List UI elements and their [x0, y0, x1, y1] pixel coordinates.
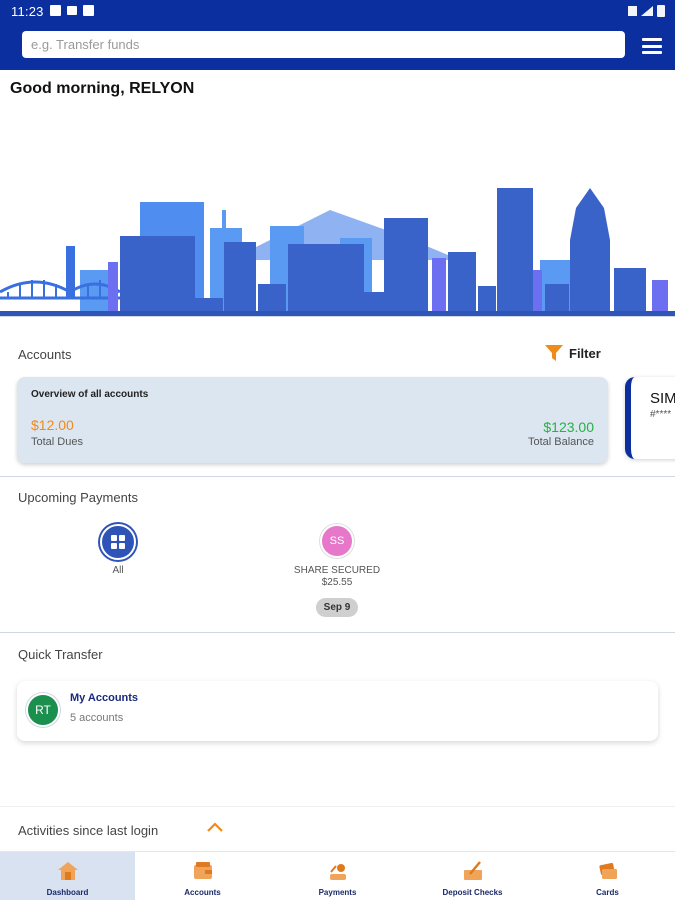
total-dues-value: $12.00 [31, 417, 74, 433]
account-card[interactable]: SIM #**** [625, 377, 675, 459]
chevron-up-icon[interactable] [206, 821, 224, 833]
home-icon [57, 862, 78, 880]
upcoming-payments-title: Upcoming Payments [18, 490, 138, 505]
overview-title: Overview of all accounts [31, 389, 149, 400]
section-divider [0, 476, 675, 477]
nav-label: Accounts [184, 888, 221, 897]
nav-item-cards[interactable]: Cards [540, 852, 675, 900]
notification-app-icon [50, 5, 61, 16]
status-time: 11:23 [11, 4, 44, 19]
payment-avatar[interactable]: SS [320, 524, 354, 558]
nav-item-deposit-checks[interactable]: Deposit Checks [405, 852, 540, 900]
nav-label: Payments [318, 888, 357, 897]
system-icons [628, 5, 665, 17]
nav-label: Deposit Checks [442, 888, 503, 897]
quick-transfer-card[interactable]: RT My Accounts 5 accounts [17, 681, 658, 741]
avatar: RT [26, 693, 60, 727]
activities-title: Activities since last login [18, 823, 159, 838]
dashboard-page: 11:23 Good morning, RELYON [0, 0, 675, 900]
account-name: SIM [650, 390, 675, 407]
total-balance-label: Total Balance [527, 436, 594, 448]
filter-funnel-icon [545, 345, 563, 361]
city-skyline-illustration [0, 188, 675, 317]
search-input[interactable] [22, 31, 625, 58]
account-number: #**** [650, 409, 672, 420]
nav-label: Dashboard [46, 888, 89, 897]
nav-item-payments[interactable]: Payments [270, 852, 405, 900]
status-bar: 11:23 [0, 0, 675, 24]
all-payments-button[interactable] [100, 524, 136, 560]
section-divider [0, 316, 675, 317]
filter-label: Filter [569, 345, 601, 361]
notification-lock-icon [67, 6, 77, 15]
deposit-check-icon [463, 861, 482, 880]
battery-icon [657, 5, 665, 17]
section-divider [0, 806, 675, 807]
accounts-section-title: Accounts [18, 347, 72, 362]
quick-transfer-card-subtitle: 5 accounts [70, 712, 124, 724]
grid-icon [111, 535, 125, 549]
total-dues-label: Total Dues [31, 436, 83, 448]
nav-item-dashboard[interactable]: Dashboard [0, 852, 135, 900]
greeting-text: Good morning, RELYON [10, 80, 195, 97]
nav-label: Cards [596, 888, 619, 897]
quick-transfer-card-title: My Accounts [70, 692, 139, 704]
bottom-navigation: Dashboard Accounts Payments Deposit Chec… [0, 851, 675, 900]
payment-name: SHARE SECURED [293, 565, 381, 576]
hamburger-menu-icon[interactable] [642, 38, 662, 54]
cards-icon [598, 862, 617, 879]
mute-icon [628, 6, 637, 16]
nav-item-accounts[interactable]: Accounts [135, 852, 270, 900]
notification-image-icon [83, 5, 94, 16]
filter-button[interactable]: Filter [545, 345, 601, 361]
payments-icon [329, 864, 346, 880]
total-balance-value: $123.00 [543, 419, 594, 435]
payment-date-badge: Sep 9 [316, 598, 358, 617]
quick-transfer-title: Quick Transfer [18, 647, 103, 662]
wifi-icon [641, 6, 653, 16]
notification-icons [50, 5, 94, 16]
app-header: 11:23 [0, 0, 675, 70]
payment-amount: $25.55 [321, 577, 353, 588]
search-bar [22, 31, 625, 58]
wallet-icon [193, 862, 212, 879]
accounts-overview-card[interactable]: Overview of all accounts $12.00 Total Du… [17, 377, 608, 463]
all-payments-label: All [112, 565, 124, 576]
section-divider [0, 632, 675, 633]
